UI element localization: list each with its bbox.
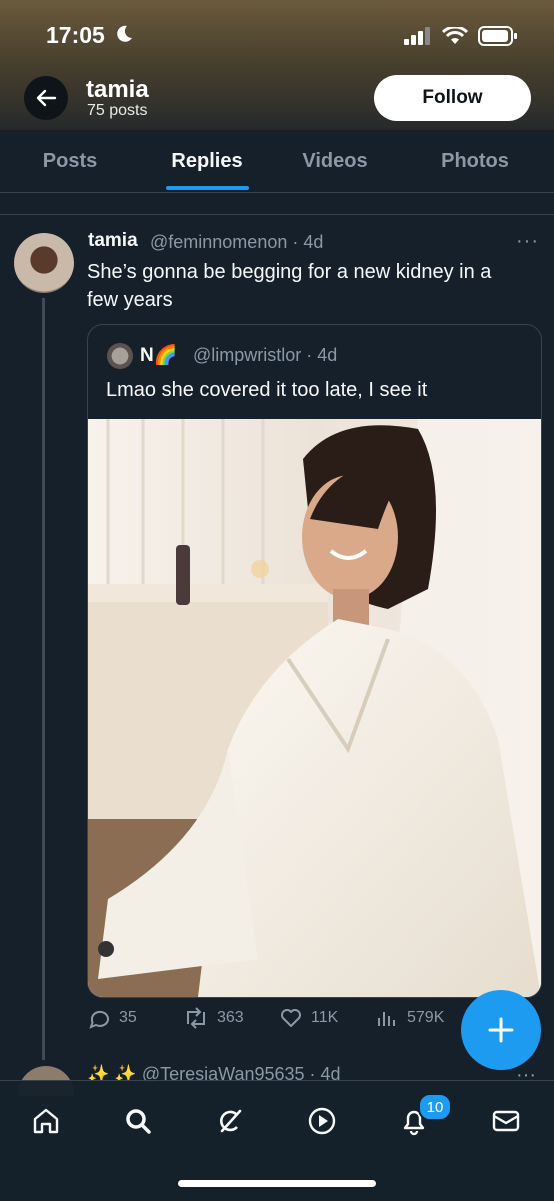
profile-name: tamia xyxy=(86,76,149,103)
tab-photos[interactable]: Photos xyxy=(396,130,554,192)
reply-icon xyxy=(89,1010,109,1029)
tweet-text: She’s gonna be begging for a new kidney … xyxy=(87,261,492,311)
search-icon xyxy=(126,1109,151,1134)
tab-posts[interactable]: Posts xyxy=(0,130,140,192)
photo-illustration xyxy=(88,419,541,997)
wifi-icon xyxy=(442,27,468,44)
tweet-author-handle: @feminnomenon · 4d xyxy=(150,232,324,252)
nav-messages[interactable] xyxy=(486,1101,526,1141)
compose-button[interactable] xyxy=(461,990,541,1070)
repost-count: 363 xyxy=(217,1009,244,1026)
reply-button[interactable]: 35 xyxy=(87,1006,137,1030)
battery-icon xyxy=(478,26,517,46)
moon-icon xyxy=(117,25,132,42)
heart-icon xyxy=(281,1009,301,1027)
tweet-author-name[interactable]: tamia xyxy=(88,230,138,252)
tab-videos[interactable]: Videos xyxy=(274,130,396,192)
envelope-icon xyxy=(492,1110,520,1132)
status-time: 17:05 xyxy=(46,22,105,48)
tab-replies[interactable]: Replies xyxy=(140,130,274,192)
home-indicator[interactable] xyxy=(178,1180,376,1187)
nav-video[interactable] xyxy=(302,1101,342,1141)
quoted-tweet[interactable]: N🌈 @limpwristlor · 4d Lmao she covered i… xyxy=(87,324,542,998)
reply-count: 35 xyxy=(119,1009,137,1026)
quoted-author-name: N🌈 xyxy=(140,345,178,366)
tabs-divider xyxy=(0,192,554,193)
signal-icon xyxy=(404,27,430,45)
active-tab-indicator xyxy=(166,186,249,190)
notification-badge: 10 xyxy=(418,1093,452,1121)
quoted-author-handle: @limpwristlor · 4d xyxy=(193,345,338,365)
more-options-icon[interactable]: ··· xyxy=(516,230,539,253)
quoted-avatar xyxy=(107,343,133,369)
profile-post-count: 75 posts xyxy=(87,102,148,119)
nav-search[interactable] xyxy=(118,1101,158,1141)
views-icon xyxy=(378,1012,395,1026)
repost-icon xyxy=(187,1007,205,1029)
profile-tabs: Posts Replies Videos Photos xyxy=(0,130,554,192)
grok-icon xyxy=(220,1109,242,1133)
nav-grok[interactable] xyxy=(210,1101,250,1141)
tweet-actions: 35 363 11K 579K xyxy=(87,1006,467,1034)
quoted-photo[interactable] xyxy=(88,419,541,997)
follow-button[interactable]: Follow xyxy=(374,75,531,121)
avatar[interactable] xyxy=(14,233,74,293)
quoted-tweet-text: Lmao she covered it too late, I see it xyxy=(106,379,428,401)
view-count: 579K xyxy=(407,1009,445,1026)
thread-line xyxy=(42,298,45,1060)
like-count: 11K xyxy=(311,1009,339,1026)
like-button[interactable]: 11K xyxy=(279,1006,338,1030)
tweet-divider xyxy=(0,214,554,215)
home-icon xyxy=(33,1108,59,1134)
nav-home[interactable] xyxy=(26,1101,66,1141)
status-icons xyxy=(404,26,518,46)
repost-button[interactable]: 363 xyxy=(183,1006,244,1030)
plus-icon xyxy=(488,1017,514,1043)
back-button[interactable] xyxy=(24,76,68,120)
play-icon xyxy=(308,1107,336,1135)
views-button[interactable]: 579K xyxy=(375,1006,444,1030)
arrow-left-icon xyxy=(36,89,57,107)
